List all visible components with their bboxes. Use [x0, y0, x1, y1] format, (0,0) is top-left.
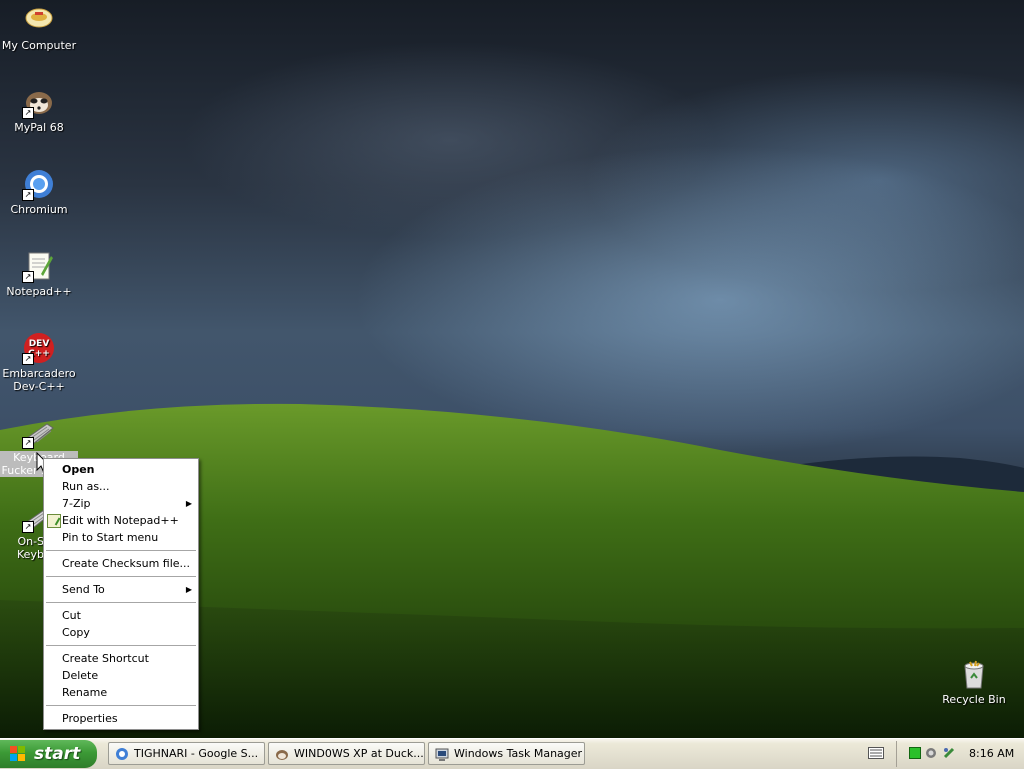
shield-icon[interactable]	[925, 747, 937, 759]
menu-item-run-as[interactable]: Run as...	[44, 478, 198, 495]
desktop-icon-chromium[interactable]: ↗ Chromium	[0, 168, 78, 216]
mypal-icon	[276, 750, 288, 760]
menu-item-label: Send To	[62, 583, 105, 596]
menu-item-label: Create Checksum file...	[62, 557, 191, 570]
menu-item-label: Properties	[62, 712, 118, 725]
shortcut-arrow-icon: ↗	[22, 271, 34, 283]
my-computer-icon	[23, 4, 55, 36]
notepad-plus-plus-icon	[47, 514, 61, 528]
menu-item-pin-start[interactable]: Pin to Start menu	[44, 529, 198, 546]
start-label: start	[34, 744, 81, 764]
start-button[interactable]: start	[0, 740, 97, 768]
menu-item-label: Pin to Start menu	[62, 531, 159, 544]
chromium-icon: ↗	[22, 168, 55, 201]
menu-item-label: Open	[62, 463, 95, 476]
menu-separator	[46, 550, 196, 551]
menu-item-label: Run as...	[62, 480, 110, 493]
menu-separator	[46, 645, 196, 646]
taskbar-button-task-manager[interactable]: Windows Task Manager	[428, 742, 585, 765]
menu-separator	[46, 705, 196, 706]
mypal-icon: ↗	[22, 86, 55, 119]
menu-item-delete[interactable]: Delete	[44, 667, 198, 684]
menu-item-label: Cut	[62, 609, 81, 622]
shortcut-arrow-icon: ↗	[22, 353, 34, 365]
desktop-icon-mypal[interactable]: ↗ MyPal 68	[0, 86, 78, 134]
taskbar-button-label: Windows Task Manager	[454, 747, 583, 760]
taskbar-button-chromium[interactable]: TIGHNARI - Google S...	[108, 742, 265, 765]
system-tray: 8:16 AM	[896, 741, 1024, 767]
taskbar-button-mypal[interactable]: WIND0WS XP at Duck...	[268, 742, 425, 765]
menu-item-copy[interactable]: Copy	[44, 624, 198, 641]
desktop-icon-notepad-plus-plus[interactable]: ↗ Notepad++	[0, 250, 78, 298]
menu-item-label: 7-Zip	[62, 497, 91, 510]
taskbar-button-label: TIGHNARI - Google S...	[134, 747, 259, 760]
menu-separator	[46, 576, 196, 577]
taskbar: start TIGHNARI - Google S... WIND0WS XP …	[0, 738, 1024, 769]
menu-item-label: Delete	[62, 669, 99, 682]
task-manager-icon	[435, 748, 449, 761]
shortcut-arrow-icon: ↗	[22, 189, 34, 201]
desktop-icon-my-computer[interactable]: My Computer	[0, 4, 78, 52]
keyboard-language-icon[interactable]	[868, 747, 884, 759]
menu-item-label: Edit with Notepad++	[62, 514, 179, 527]
menu-item-7zip[interactable]: 7-Zip ▶	[44, 495, 198, 512]
network-status-icon[interactable]	[909, 747, 921, 759]
menu-item-label: Copy	[62, 626, 90, 639]
svg-text:DEV: DEV	[29, 339, 50, 349]
submenu-arrow-icon: ▶	[185, 585, 192, 594]
menu-item-create-checksum[interactable]: Create Checksum file...	[44, 555, 198, 572]
menu-item-create-shortcut[interactable]: Create Shortcut	[44, 650, 198, 667]
windows-flag-icon	[10, 746, 25, 761]
notepad-plus-plus-icon: ↗	[22, 250, 55, 283]
recycle-bin-icon	[958, 658, 990, 690]
taskbar-button-label: WIND0WS XP at Duck...	[294, 747, 424, 760]
dev-cpp-icon: DEV C++ ↗	[22, 332, 55, 365]
menu-item-label: Create Shortcut	[62, 652, 149, 665]
menu-item-send-to[interactable]: Send To ▶	[44, 581, 198, 598]
keyboard-icon: ↗	[22, 416, 55, 449]
chromium-icon	[116, 748, 128, 760]
shortcut-arrow-icon: ↗	[22, 437, 34, 449]
desktop-icon-recycle-bin[interactable]: Recycle Bin	[935, 658, 1013, 706]
menu-item-open[interactable]: Open	[44, 461, 198, 478]
safely-remove-hardware-icon[interactable]	[943, 747, 955, 759]
clock[interactable]: 8:16 AM	[969, 747, 1014, 760]
menu-item-edit-notepad[interactable]: Edit with Notepad++	[44, 512, 198, 529]
submenu-arrow-icon: ▶	[185, 499, 192, 508]
menu-separator	[46, 602, 196, 603]
shortcut-arrow-icon: ↗	[22, 521, 34, 533]
menu-item-label: Rename	[62, 686, 108, 699]
menu-item-properties[interactable]: Properties	[44, 710, 198, 727]
desktop-icon-dev-cpp[interactable]: DEV C++ ↗ Embarcadero Dev-C++	[0, 332, 78, 393]
context-menu: Open Run as... 7-Zip ▶ Edit with Notepad+…	[43, 458, 199, 730]
menu-item-rename[interactable]: Rename	[44, 684, 198, 701]
menu-item-cut[interactable]: Cut	[44, 607, 198, 624]
shortcut-arrow-icon: ↗	[22, 107, 34, 119]
